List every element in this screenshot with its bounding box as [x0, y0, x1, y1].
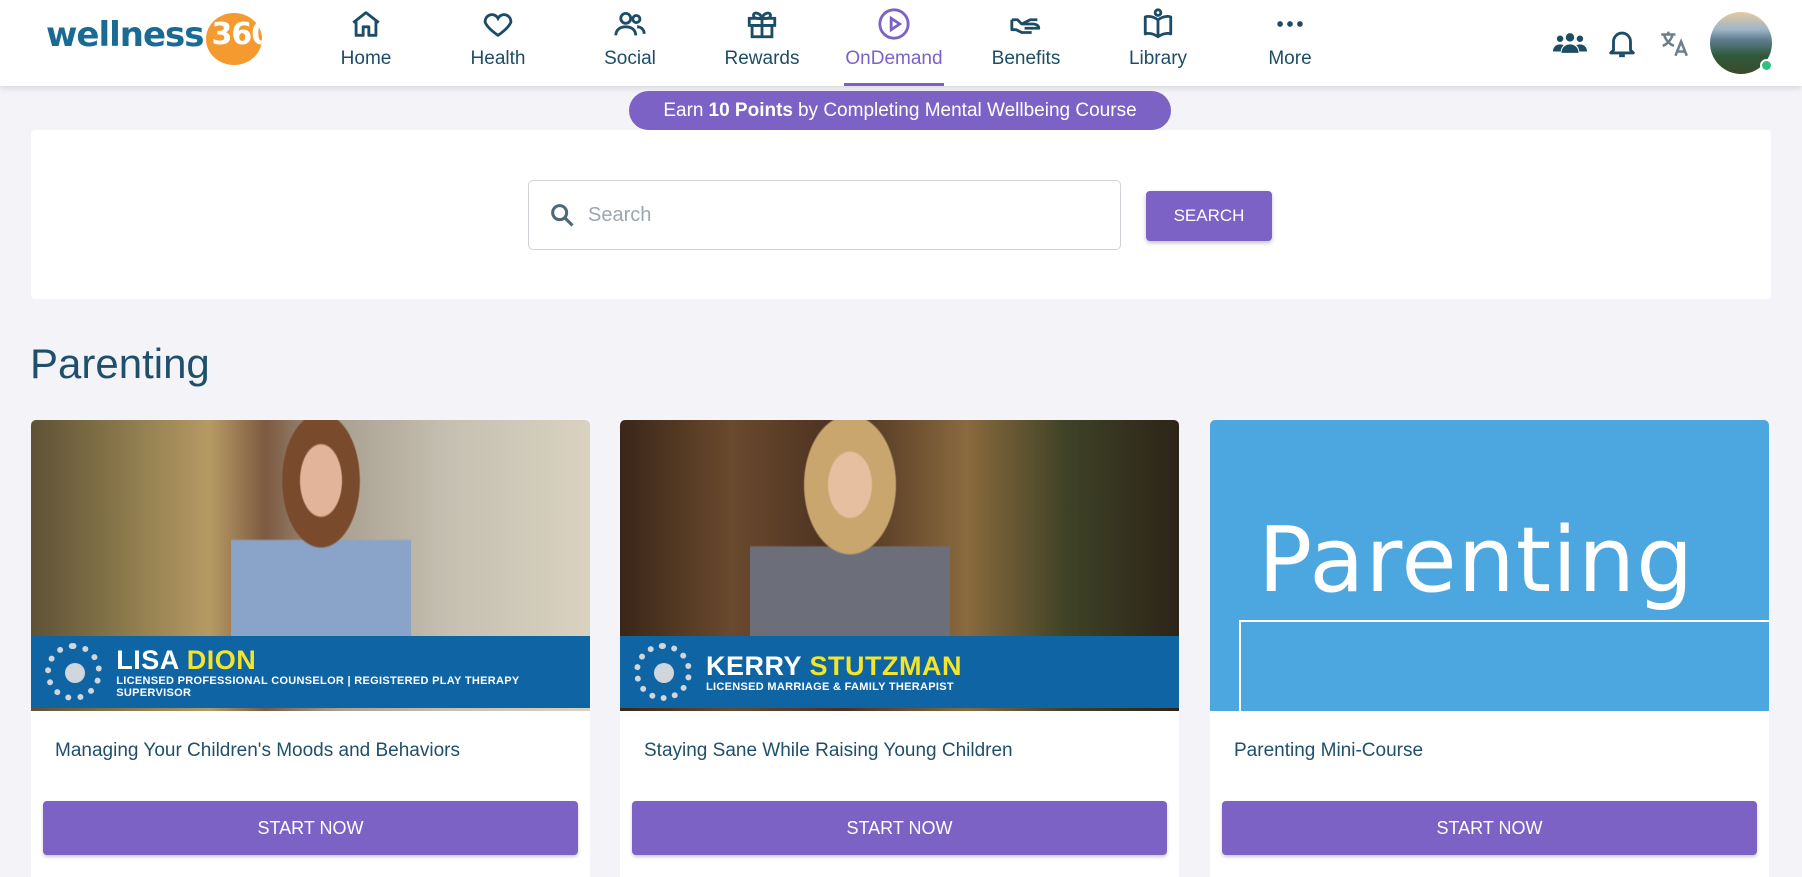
nav-item-social[interactable]: Social [564, 0, 696, 86]
presenter-logo [45, 643, 103, 701]
language-button[interactable] [1648, 17, 1700, 69]
community-button[interactable] [1544, 17, 1596, 69]
nav-label: Home [340, 48, 392, 69]
section-title: Parenting [30, 340, 210, 387]
presenter-last-name: DION [186, 644, 257, 675]
points-banner[interactable]: Earn 10 Points by Completing Mental Well… [629, 91, 1171, 130]
notifications-button[interactable] [1596, 17, 1648, 69]
course-thumbnail[interactable]: KERRY STUTZMAN LICENSED MARRIAGE & FAMIL… [620, 420, 1179, 711]
header-actions [1544, 0, 1802, 86]
presenter-logo [634, 643, 692, 701]
presenter-figure [231, 420, 411, 636]
course-thumbnail[interactable]: Parenting [1210, 420, 1769, 711]
presenter-first-name: KERRY [706, 650, 802, 681]
banner-prefix: Earn [663, 99, 704, 121]
nav-item-more[interactable]: More [1224, 0, 1356, 86]
logo-text: wellness [46, 15, 205, 55]
banner-points: 10 Points [708, 99, 793, 121]
course-title[interactable]: Managing Your Children's Moods and Behav… [55, 740, 460, 762]
top-navbar: wellness 360 Home Health Social Rewards … [0, 0, 1802, 86]
start-now-button[interactable]: START NOW [43, 801, 578, 855]
hand-icon [1010, 18, 1041, 34]
search-icon [551, 204, 574, 227]
nav-item-library[interactable]: Library [1092, 0, 1224, 86]
people-icon [614, 11, 646, 36]
nav-item-home[interactable]: Home [300, 0, 432, 86]
search-button[interactable]: SEARCH [1146, 191, 1272, 241]
main-nav: Home Health Social Rewards OnDemand Bene… [300, 0, 1356, 86]
nav-item-benefits[interactable]: Benefits [960, 0, 1092, 86]
search-box [528, 180, 1121, 250]
presenter-last-name: STUTZMAN [809, 650, 963, 681]
course-card: KERRY STUTZMAN LICENSED MARRIAGE & FAMIL… [620, 420, 1179, 877]
logo-badge: 360 [205, 12, 276, 65]
wellness360-logo[interactable]: wellness 360 [46, 8, 276, 65]
book-icon [1143, 8, 1173, 39]
more-dots-icon [1277, 21, 1303, 27]
start-now-button[interactable]: START NOW [632, 801, 1167, 855]
presenter-role: LICENSED MARRIAGE & FAMILY THERAPIST [706, 680, 954, 693]
nav-label: Benefits [991, 48, 1061, 69]
heart-icon [483, 13, 513, 38]
nav-label: Rewards [724, 48, 800, 69]
online-status-dot [1760, 59, 1773, 72]
nav-label: Library [1128, 48, 1188, 69]
presenter-lower-third: KERRY STUTZMAN LICENSED MARRIAGE & FAMIL… [620, 636, 1179, 708]
play-circle-icon [878, 8, 910, 40]
course-title[interactable]: Parenting Mini-Course [1234, 740, 1423, 762]
nav-item-ondemand[interactable]: OnDemand [828, 0, 960, 86]
nav-item-rewards[interactable]: Rewards [696, 0, 828, 86]
gift-icon [747, 11, 777, 39]
presenter-lower-third: LISA DION LICENSED PROFESSIONAL COUNSELO… [31, 636, 590, 708]
start-now-button[interactable]: START NOW [1222, 801, 1757, 855]
course-card: Parenting Parenting Mini-Course START NO… [1210, 420, 1769, 877]
presenter-first-name: LISA [116, 644, 179, 675]
nav-label: Social [604, 48, 656, 69]
search-panel: SEARCH [31, 130, 1771, 299]
translate-icon [1661, 31, 1688, 57]
thumbnail-frame [1239, 620, 1769, 711]
avatar[interactable] [1710, 12, 1773, 74]
nav-label: Health [470, 48, 526, 69]
search-input[interactable] [588, 203, 1088, 227]
presenter-figure [750, 420, 950, 636]
nav-item-health[interactable]: Health [432, 0, 564, 86]
thumbnail-title: Parenting [1258, 508, 1695, 613]
home-icon [352, 11, 380, 37]
course-card: LISA DION LICENSED PROFESSIONAL COUNSELO… [31, 420, 590, 877]
course-thumbnail[interactable]: LISA DION LICENSED PROFESSIONAL COUNSELO… [31, 420, 590, 711]
course-title[interactable]: Staying Sane While Raising Young Childre… [644, 740, 1013, 762]
group-icon [1553, 33, 1587, 53]
nav-label: More [1268, 48, 1312, 69]
banner-suffix: by Completing Mental Wellbeing Course [797, 99, 1137, 121]
nav-label: OnDemand [845, 48, 943, 69]
bell-icon [1609, 31, 1635, 58]
presenter-role: LICENSED PROFESSIONAL COUNSELOR | REGIST… [116, 674, 520, 699]
